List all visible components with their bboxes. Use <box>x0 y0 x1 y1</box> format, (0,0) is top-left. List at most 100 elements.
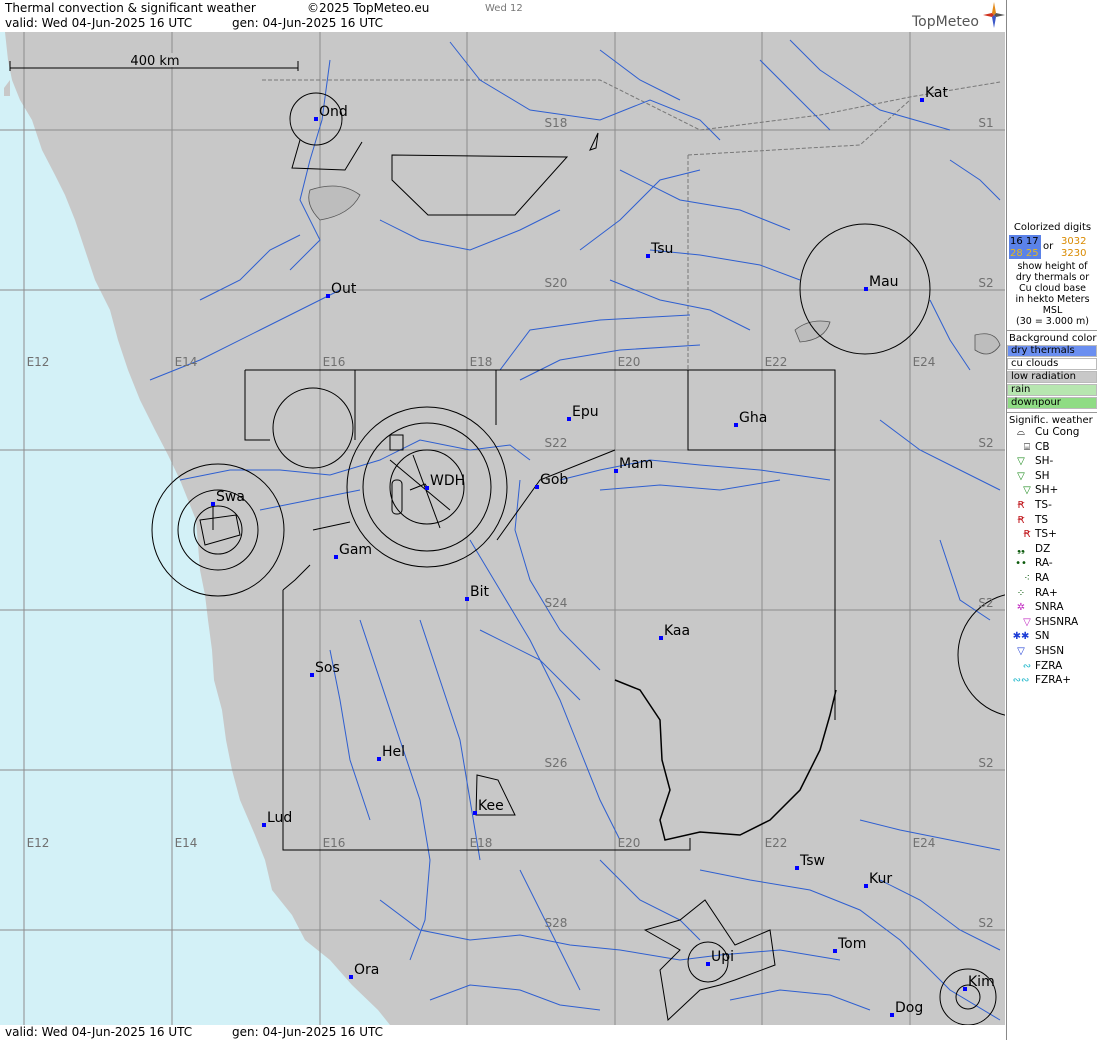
station-marker <box>706 962 710 966</box>
place-hel: Hel <box>377 744 405 761</box>
thunderstorm-heavy-icon: Ꞧ <box>1023 529 1031 541</box>
colorized-digits-title: Colorized digits <box>1013 222 1092 233</box>
place-label: Kee <box>478 798 504 814</box>
latitude-label: S1 <box>978 116 993 130</box>
legend-weather-item: Ꞧ TS- <box>1007 499 1097 514</box>
place-label: Ond <box>319 104 348 120</box>
footer-valid-time: valid: Wed 04-Jun-2025 16 UTC <box>5 1025 193 1039</box>
place-label: Kur <box>869 871 892 887</box>
place-label: Gam <box>339 542 372 558</box>
map-header: Thermal convection & significant weather… <box>0 0 1005 32</box>
station-marker <box>326 294 330 298</box>
longitude-label: E14 <box>175 355 198 369</box>
place-ond: Ond <box>314 104 348 121</box>
station-marker <box>659 636 663 640</box>
legend-weather-item: ✲ SNRA <box>1007 601 1097 616</box>
longitude-label: E14 <box>175 836 198 850</box>
description-line: dry thermals or <box>1015 272 1090 283</box>
place-kim: Kim <box>963 974 995 991</box>
cu-cong-icon: ⌓ <box>1017 427 1025 438</box>
place-label: Mau <box>869 274 899 290</box>
legend-weather-item: ▽ SHSNRA <box>1007 616 1097 631</box>
longitude-label: E12 <box>27 355 50 369</box>
place-out: Out <box>326 281 357 298</box>
description-line: MSL <box>1042 305 1063 316</box>
place-label: Kat <box>925 85 949 101</box>
description-line: (30 = 3.000 m) <box>1016 316 1089 327</box>
longitude-label: E24 <box>913 836 936 850</box>
legend-weather-item: Ꞧ TS+ <box>1007 528 1097 543</box>
latitude-label: S2 <box>978 436 993 450</box>
place-label: Epu <box>572 404 599 420</box>
station-marker <box>920 98 924 102</box>
place-mam: Mam <box>614 456 653 473</box>
station-marker <box>535 485 539 489</box>
place-label: Kaa <box>664 623 690 639</box>
legend-weather-item: ▽ SH+ <box>1007 484 1097 499</box>
rain-light-icon: •• <box>1015 558 1027 570</box>
drizzle-icon: ❟❟ <box>1017 543 1025 555</box>
shower-heavy-icon: ▽ <box>1023 485 1031 497</box>
shower-snow-icon: ▽ <box>1017 645 1025 657</box>
generated-time: gen: 04-Jun-2025 16 UTC <box>232 16 384 30</box>
place-dog: Dog <box>890 1000 923 1017</box>
cb-icon: ⌸ <box>1024 441 1030 453</box>
valid-time: valid: Wed 04-Jun-2025 16 UTC <box>5 16 193 30</box>
station-marker <box>864 287 868 291</box>
station-marker <box>646 254 650 258</box>
map-footer: valid: Wed 04-Jun-2025 16 UTC gen: 04-Ju… <box>0 1025 1005 1040</box>
place-label: Tsu <box>650 241 673 257</box>
place-label: Gha <box>739 410 767 426</box>
place-ora: Ora <box>349 962 379 979</box>
latitude-label: S18 <box>545 116 568 130</box>
station-marker <box>567 417 571 421</box>
map-title: Thermal convection & significant weather <box>5 1 256 15</box>
latitude-label: S20 <box>545 276 568 290</box>
legend-weather-item: ⌸ CB <box>1007 441 1097 456</box>
freezing-rain-icon: ∾ <box>1022 660 1032 672</box>
legend-background-item: dry thermals <box>1007 344 1097 357</box>
place-gob: Gob <box>535 472 568 489</box>
station-marker <box>314 117 318 121</box>
legend-weather-item: ▽ SHSN <box>1007 645 1097 660</box>
legend-weather-item: ⌓ Cu Cong <box>1007 426 1097 441</box>
place-tsu: Tsu <box>646 241 673 258</box>
place-tsw: Tsw <box>795 853 825 870</box>
place-label: Ora <box>354 962 379 978</box>
longitude-label: E22 <box>765 355 788 369</box>
place-kat: Kat <box>920 85 949 102</box>
legend-weather-item: ✱✱ SN <box>1012 630 1050 643</box>
thunderstorm-icon: Ꞧ <box>1017 514 1025 526</box>
scale-label: 400 km <box>130 54 179 69</box>
place-label: Out <box>331 281 357 297</box>
place-label: Mam <box>619 456 653 472</box>
description-line: Cu cloud base <box>1018 283 1087 294</box>
longitude-label: E22 <box>765 836 788 850</box>
station-marker <box>465 597 469 601</box>
place-label: Upi <box>711 949 734 965</box>
station-marker <box>473 811 477 815</box>
freezing-rain-heavy-icon: ∾∾ <box>1012 675 1030 687</box>
longitude-label: E12 <box>27 836 50 850</box>
shower-snow-rain-icon: ▽ <box>1023 616 1031 628</box>
thunderstorm-light-icon: Ꞧ <box>1017 499 1025 511</box>
place-label: Tom <box>837 936 866 952</box>
place-label: Swa <box>216 489 245 505</box>
station-marker <box>795 866 799 870</box>
legend-background-item: cu clouds <box>1007 357 1097 370</box>
place-kur: Kur <box>864 871 892 888</box>
longitude-label: E24 <box>913 355 936 369</box>
station-marker <box>211 502 215 506</box>
station-marker <box>310 673 314 677</box>
latitude-label: S26 <box>545 756 568 770</box>
description-line: in hekto Meters <box>1015 294 1090 305</box>
footer-generated-time: gen: 04-Jun-2025 16 UTC <box>232 1025 384 1039</box>
topmeteo-logo: TopMeteo <box>912 14 979 30</box>
map-canvas[interactable]: 400 km S18 S1 S20 S2 S22 S2 S24 S2 S26 S2 S28 S2 E12… <box>0 32 1005 1025</box>
place-gam: Gam <box>334 542 372 559</box>
legend-weather-item: ▽ SH- <box>1007 455 1097 470</box>
legend-weather-item: ⁘ RA+ <box>1007 587 1097 602</box>
day-tab[interactable]: Wed 12 <box>485 3 523 14</box>
place-sos: Sos <box>310 660 340 677</box>
legend-weather-item: Ꞧ TS <box>1007 514 1097 529</box>
